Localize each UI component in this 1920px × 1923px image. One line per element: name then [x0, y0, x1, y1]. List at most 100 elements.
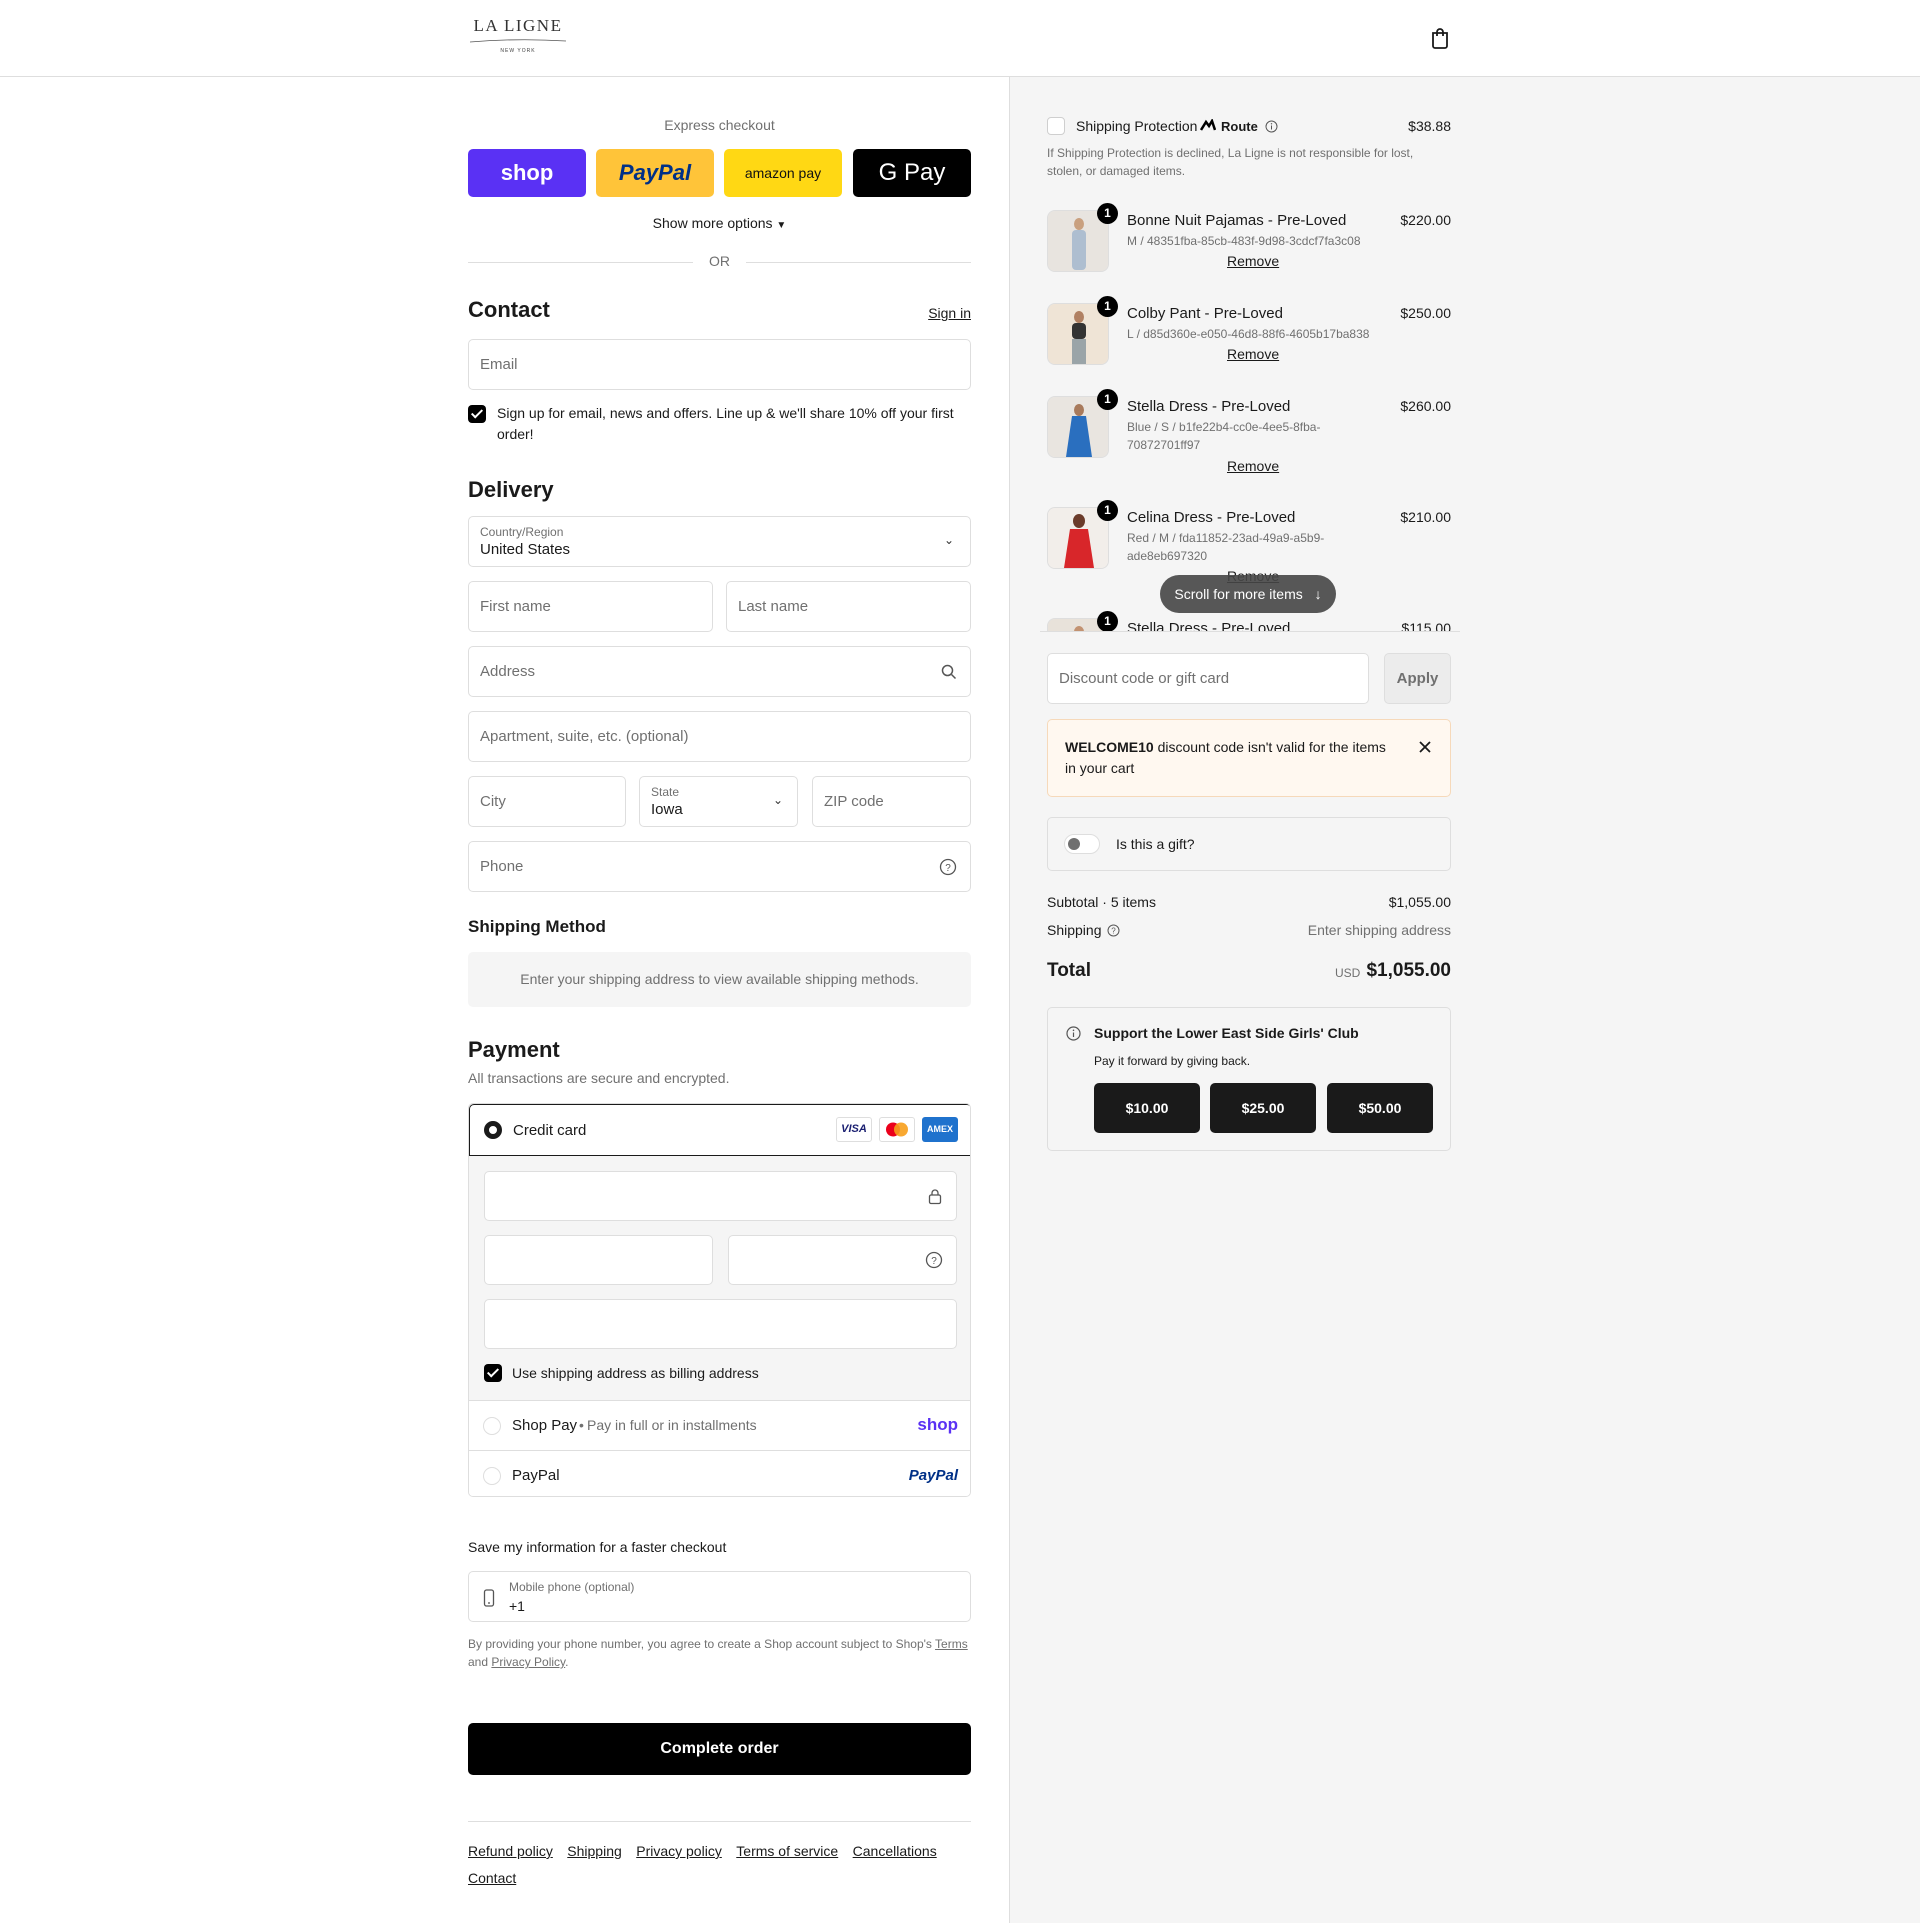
discount-error-text: WELCOME10 discount code isn't valid for … [1065, 737, 1395, 779]
legal-and: and [468, 1655, 489, 1669]
shop-pay-note: Pay in full or in installments [587, 1417, 757, 1433]
phone-placeholder: Phone [480, 858, 524, 875]
line-item: 1 Bonne Nuit Pajamas - Pre-Loved M / 483… [1047, 203, 1451, 300]
country-select[interactable]: Country/Region United States ⌄ [468, 516, 971, 567]
donate-50-button[interactable]: $50.00 [1327, 1083, 1433, 1133]
shop-legal-text: By providing your phone number, you agre… [468, 1635, 971, 1671]
credit-card-label: Credit card [513, 1122, 587, 1139]
state-select[interactable]: State Iowa ⌄ [639, 776, 798, 827]
complete-order-button[interactable]: Complete order [468, 1723, 971, 1775]
country-label: Country/Region [480, 525, 564, 539]
help-icon[interactable]: ? [939, 858, 957, 876]
chevron-down-icon: ▼ [776, 220, 787, 231]
newsletter-checkbox[interactable] [468, 405, 486, 423]
discount-error-banner: WELCOME10 discount code isn't valid for … [1047, 719, 1451, 797]
shop-terms-link[interactable]: Terms [935, 1637, 968, 1651]
quantity-badge: 1 [1097, 611, 1118, 631]
donate-10-button[interactable]: $10.00 [1094, 1083, 1200, 1133]
arrow-down-icon: ↓ [1314, 586, 1322, 602]
shop-pay-option[interactable]: Shop Pay • Pay in full or in installment… [469, 1400, 970, 1451]
remove-link[interactable]: Remove [1227, 458, 1279, 474]
terms-of-service-link[interactable]: Terms of service [736, 1843, 838, 1859]
mobile-icon [483, 1589, 495, 1607]
total-value: $1,055.00 [1366, 960, 1451, 981]
footer-links: Refund policy Shipping Privacy policy Te… [468, 1838, 971, 1892]
cancellations-link[interactable]: Cancellations [853, 1843, 937, 1859]
help-icon[interactable]: ? [1107, 924, 1120, 937]
paypal-option[interactable]: PayPal PayPal [469, 1450, 970, 1496]
credit-card-radio[interactable] [484, 1121, 502, 1139]
info-icon[interactable] [1265, 120, 1278, 133]
currency-label: USD [1335, 966, 1361, 980]
or-separator: OR [709, 253, 730, 269]
shipping-label: Shipping [1047, 922, 1102, 938]
amazon-pay-button[interactable]: amazon pay [724, 149, 842, 197]
remove-link[interactable]: Remove [1227, 346, 1279, 362]
discount-placeholder: Discount code or gift card [1059, 670, 1230, 687]
city-field[interactable]: City [468, 776, 626, 827]
zip-placeholder: ZIP code [824, 793, 884, 810]
item-price: $220.00 [1400, 212, 1451, 228]
line-item: 1 Colby Pant - Pre-Loved L / d85d360e-e0… [1047, 296, 1451, 393]
apply-discount-button[interactable]: Apply [1384, 653, 1451, 704]
shop-pay-logo: shop [917, 1415, 958, 1434]
security-code-field[interactable]: ? [728, 1235, 957, 1285]
google-pay-button[interactable]: G Pay [853, 149, 971, 197]
paypal-button[interactable]: PayPal [596, 149, 714, 197]
mobile-phone-field[interactable]: Mobile phone (optional) +1 [468, 1571, 971, 1622]
item-name: Stella Dress - Pre-Loved [1127, 620, 1291, 632]
card-number-field[interactable] [484, 1171, 957, 1221]
paypal-radio[interactable] [483, 1467, 501, 1485]
logo-text: LA LIGNE [473, 16, 563, 35]
credit-card-option[interactable]: Credit card VISA AMEX [469, 1104, 970, 1156]
privacy-policy-link[interactable]: Privacy policy [636, 1843, 722, 1859]
refund-policy-link[interactable]: Refund policy [468, 1843, 553, 1859]
close-icon[interactable] [1418, 740, 1432, 754]
discount-code-field[interactable]: Discount code or gift card [1047, 653, 1369, 704]
remove-link[interactable]: Remove [1227, 253, 1279, 269]
line-item: 1 Stella Dress - Pre-Loved Blue / S / b1… [1047, 389, 1451, 486]
bag-icon[interactable] [1430, 26, 1450, 50]
total-label: Total [1047, 960, 1091, 981]
zip-field[interactable]: ZIP code [812, 776, 971, 827]
header: LA LIGNE NEW YORK [0, 0, 1920, 77]
donation-subtitle: Pay it forward by giving back. [1094, 1054, 1251, 1068]
address-field[interactable]: Address [468, 646, 971, 697]
state-value: Iowa [651, 801, 683, 818]
item-price: $260.00 [1400, 398, 1451, 414]
expiry-field[interactable] [484, 1235, 713, 1285]
billing-checkbox[interactable] [484, 1364, 502, 1382]
gift-toggle[interactable] [1064, 834, 1100, 854]
brand-logo[interactable]: LA LIGNE NEW YORK [468, 16, 568, 58]
shop-pay-button[interactable]: shop [468, 149, 586, 197]
line-items-list[interactable]: 1 Bonne Nuit Pajamas - Pre-Loved M / 483… [1040, 195, 1460, 632]
quantity-badge: 1 [1097, 296, 1118, 317]
paypal-logo: PayPal [618, 160, 692, 185]
shipping-protection-checkbox[interactable] [1047, 117, 1065, 135]
sign-in-link[interactable]: Sign in [928, 305, 971, 321]
email-field[interactable]: Email [468, 339, 971, 390]
visa-icon: VISA [836, 1117, 872, 1142]
name-on-card-field[interactable] [484, 1299, 957, 1349]
phone-field[interactable]: Phone ? [468, 841, 971, 892]
shipping-protection-price: $38.88 [1408, 118, 1451, 134]
shop-pay-radio[interactable] [483, 1417, 501, 1435]
first-name-field[interactable]: First name [468, 581, 713, 632]
shop-pay-label: Shop Pay [512, 1417, 578, 1434]
apartment-field[interactable]: Apartment, suite, etc. (optional) [468, 711, 971, 762]
show-more-options[interactable]: Show more options ▼ [468, 215, 971, 231]
amazon-pay-logo: amazon pay [744, 165, 822, 181]
shop-privacy-link[interactable]: Privacy Policy [491, 1655, 565, 1669]
scroll-more-button[interactable]: Scroll for more items ↓ [1160, 575, 1336, 613]
svg-text:?: ? [931, 1256, 937, 1267]
contact-link[interactable]: Contact [468, 1870, 516, 1886]
subtotal-value: $1,055.00 [1388, 894, 1451, 910]
help-icon[interactable]: ? [925, 1251, 943, 1269]
svg-text:?: ? [945, 863, 951, 874]
shipping-policy-link[interactable]: Shipping [567, 1843, 622, 1859]
newsletter-label: Sign up for email, news and offers. Line… [497, 405, 954, 442]
last-name-field[interactable]: Last name [726, 581, 971, 632]
donate-25-button[interactable]: $25.00 [1210, 1083, 1316, 1133]
svg-text:?: ? [1111, 927, 1116, 936]
first-name-placeholder: First name [480, 598, 551, 615]
